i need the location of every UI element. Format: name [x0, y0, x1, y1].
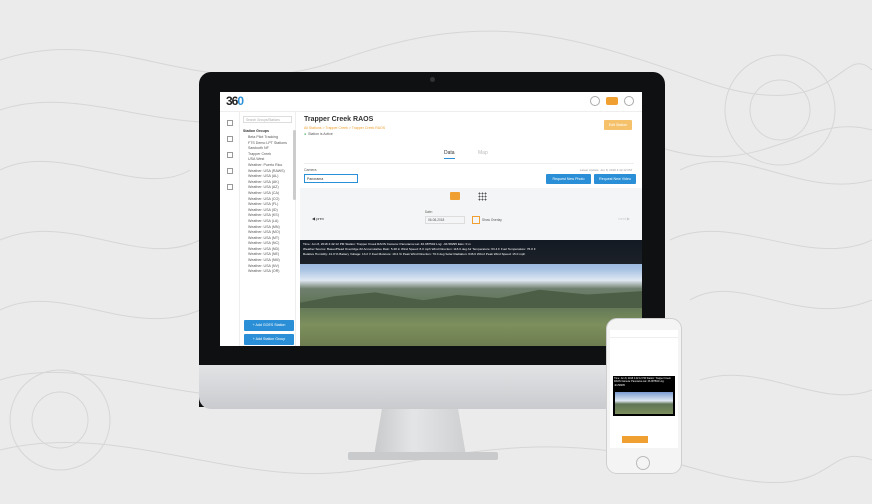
add-station-group-button[interactable]: + Add Station Group: [244, 334, 294, 345]
tab-bar: Data Map: [420, 150, 520, 162]
status-badge: Station is Active: [304, 132, 333, 136]
help-icon[interactable]: [590, 96, 600, 106]
date-input[interactable]: 06-08-2018: [425, 216, 465, 224]
main-content: Trapper Creek RAOS All Stations > Trappe…: [300, 112, 642, 346]
document-icon[interactable]: [226, 184, 233, 190]
add-goes-station-button[interactable]: + Add GOES Station: [244, 320, 294, 331]
divider: [304, 163, 634, 164]
last-updated-text: Latest Update: Jun 8, 2018 4:42:12 PM: [579, 168, 632, 172]
show-overlay-checkbox[interactable]: Show Overlay: [472, 216, 502, 224]
station-item[interactable]: Weather: USA (OR): [248, 269, 292, 275]
top-bar: 360: [220, 92, 642, 112]
arrow-right-icon: ▶: [625, 216, 630, 221]
image-view-icon[interactable]: [450, 192, 460, 200]
avatar[interactable]: [624, 96, 634, 106]
prev-label: prev: [316, 216, 324, 221]
station-sidebar: Search Groups/Stations Station Groups Be…: [240, 112, 296, 346]
mountain-silhouette: [300, 289, 642, 308]
camera-icon: [430, 77, 435, 82]
camera-select[interactable]: Panorama: [304, 174, 358, 183]
overlay-line: Relative Humidity: 41.0 % Battery Voltag…: [303, 252, 526, 256]
home-button[interactable]: [636, 456, 650, 470]
phone-status-bar: [610, 330, 678, 338]
edit-station-button[interactable]: Edit Station: [604, 120, 632, 130]
phone-overlay-text: Time: Jun 8, 2018 4:42:12 PM Station: Tr…: [614, 377, 671, 387]
next-button[interactable]: next ▶: [618, 216, 630, 221]
tab-data[interactable]: Data: [444, 150, 455, 159]
phone-photo[interactable]: Time: Jun 8, 2018 4:42:12 PM Station: Tr…: [613, 376, 675, 416]
request-photo-button[interactable]: Request New Photo: [546, 174, 591, 184]
date-label: Date:: [425, 210, 433, 214]
imac-chin: [199, 365, 665, 409]
sidebar-scrollbar[interactable]: [293, 130, 296, 200]
location-icon[interactable]: [226, 136, 233, 142]
notifications-icon[interactable]: [606, 97, 618, 105]
grid-view-icon[interactable]: [478, 192, 487, 201]
phone-panorama: [615, 392, 673, 414]
imac-screen: 360 Search Groups/Stations Station Group…: [220, 92, 642, 346]
station-groups-title[interactable]: Station Groups: [243, 129, 292, 133]
app-logo[interactable]: 360: [226, 94, 244, 108]
breadcrumb[interactable]: All Stations > Trapper Creek > Trapper C…: [304, 126, 385, 130]
prev-button[interactable]: ◀ prev: [312, 216, 324, 221]
imac-stand-base: [348, 452, 498, 460]
chart-icon[interactable]: [226, 152, 233, 158]
request-video-button[interactable]: Request New Video: [594, 174, 636, 184]
station-list: Beta Pilot Tracking FTS Demo LPT Stations…: [240, 135, 295, 275]
iphone-screen: Time: Jun 8, 2018 4:42:12 PM Station: Tr…: [610, 330, 678, 448]
nav-rail: [220, 112, 240, 346]
phone-action-button[interactable]: [622, 436, 648, 443]
photo-toolbar: [300, 188, 642, 240]
page-title: Trapper Creek RAOS: [304, 116, 374, 123]
panorama-photo[interactable]: Time: Jun 8, 2018 4:42:12 PM Station: Tr…: [300, 240, 642, 346]
camera-label: Camera: [304, 168, 317, 172]
photo-overlay: Time: Jun 8, 2018 4:42:12 PM Station: Tr…: [300, 240, 642, 264]
search-input[interactable]: Search Groups/Stations: [243, 116, 292, 123]
camera-nav-icon[interactable]: [226, 168, 233, 174]
next-label: next: [618, 216, 626, 221]
tab-map[interactable]: Map: [478, 150, 488, 156]
collapse-icon[interactable]: [226, 120, 233, 126]
